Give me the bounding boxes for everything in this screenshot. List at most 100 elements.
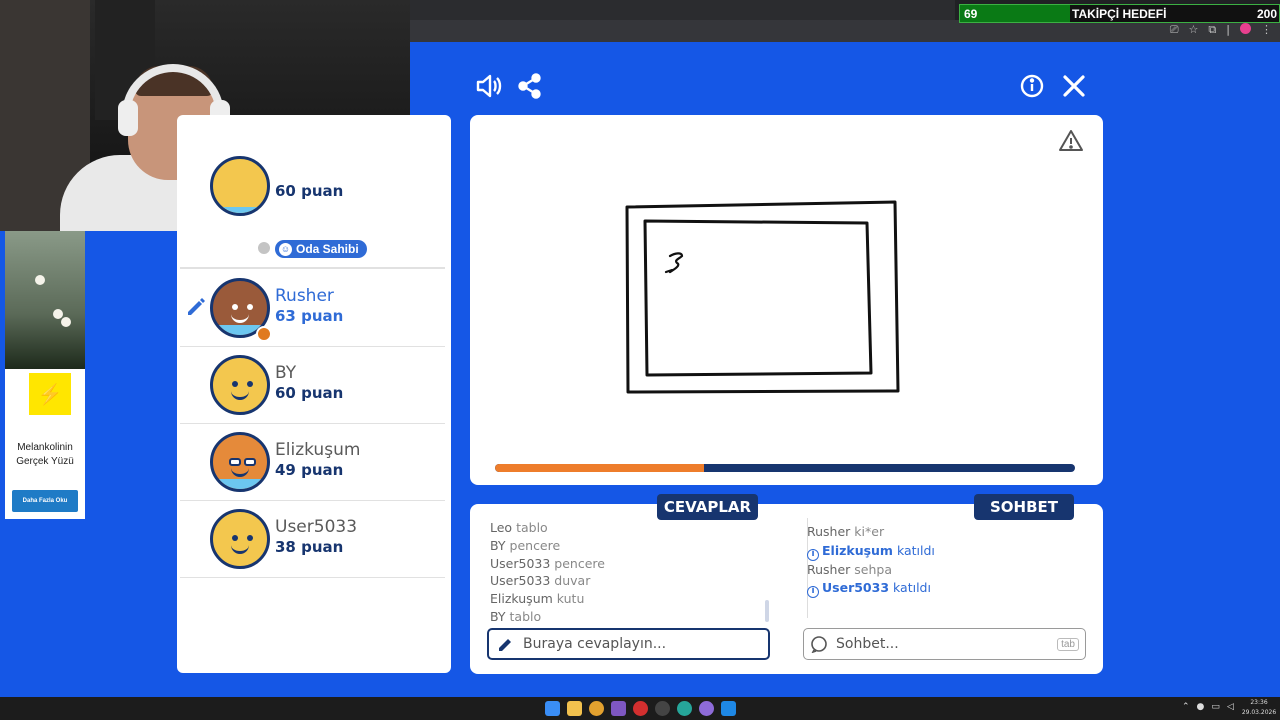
- answer-author: Leo: [490, 520, 513, 535]
- ad-read-more-button[interactable]: Daha Fazla Oku: [12, 490, 78, 512]
- extensions-icon[interactable]: ⧉: [1208, 23, 1216, 37]
- ad-banner[interactable]: ⚡ Melankolinin Gerçek Yüzü Daha Fazla Ok…: [5, 231, 85, 519]
- avatar-eye: [232, 535, 238, 541]
- answers-scrollbar[interactable]: [765, 600, 769, 622]
- player-avatar: [210, 156, 270, 216]
- chat-text: katıldı: [893, 580, 931, 595]
- room-owner-badge: ☺ Oda Sahibi: [275, 240, 367, 258]
- drawing-strokes: [625, 200, 900, 394]
- mic-icon[interactable]: ●: [1197, 702, 1205, 712]
- browser-tab-strip: [410, 0, 955, 20]
- player-row-2[interactable]: Rusher 63 puan: [180, 270, 445, 347]
- status-dot: [256, 240, 272, 256]
- player-score: 38 puan: [275, 538, 344, 556]
- goal-label: TAKİPÇİ HEDEFİ: [1072, 6, 1167, 21]
- star-icon[interactable]: ☆: [1189, 23, 1199, 37]
- sound-icon[interactable]: [474, 72, 502, 100]
- player-avatar: [210, 432, 270, 492]
- profile-avatar[interactable]: [1240, 23, 1251, 34]
- ad-flower: [35, 275, 45, 285]
- ad-image: [5, 231, 85, 369]
- answer-author: Elizkuşum: [490, 591, 553, 607]
- status-dot: [256, 326, 272, 342]
- avatar-mouth: [231, 391, 249, 400]
- steam-icon[interactable]: [721, 701, 736, 716]
- obs-icon[interactable]: [699, 701, 714, 716]
- taskbar-clock[interactable]: 23:36 29.03.2026: [1241, 698, 1277, 718]
- answer-text: tablo: [516, 520, 548, 535]
- answer-input[interactable]: [523, 636, 768, 652]
- close-icon[interactable]: [1060, 72, 1088, 100]
- taskbar-apps: [545, 701, 736, 716]
- opera-icon[interactable]: [633, 701, 648, 716]
- answer-item: Leo tablo: [490, 519, 770, 537]
- chat-input[interactable]: [836, 636, 1058, 652]
- answer-item: User5033 pencere: [490, 555, 770, 573]
- player-name: Rusher: [275, 286, 334, 306]
- player-name: Elizkuşum: [275, 440, 361, 460]
- player-row-5[interactable]: User5033 38 puan: [180, 501, 445, 578]
- chat-input-box[interactable]: tab: [803, 628, 1086, 660]
- chat-system-message: i Elizkuşum katıldı: [807, 542, 1087, 561]
- github-icon[interactable]: [655, 701, 670, 716]
- webcam-headphone-left: [118, 100, 138, 136]
- answer-item: BY tablo: [490, 608, 770, 626]
- info-icon: i: [807, 586, 819, 598]
- tab-chat[interactable]: SOHBET: [974, 494, 1074, 520]
- smile-icon: ☺: [279, 242, 292, 256]
- avatar-mouth: [231, 468, 249, 477]
- report-warning-icon[interactable]: [1058, 128, 1084, 154]
- answer-text: duvar: [554, 573, 591, 589]
- player-score: 60 puan: [275, 182, 344, 200]
- chat-text: ki*er: [854, 524, 885, 539]
- info-icon: i: [807, 548, 819, 561]
- info-icon[interactable]: [1018, 72, 1046, 100]
- volume-icon[interactable]: ◁: [1227, 702, 1234, 712]
- follower-goal-bar: 69 TAKİPÇİ HEDEFİ 200: [959, 4, 1280, 23]
- avatar-eye: [232, 304, 238, 310]
- start-icon[interactable]: [545, 701, 560, 716]
- file-explorer-icon[interactable]: [567, 701, 582, 716]
- clock-date: 29.03.2026: [1241, 709, 1277, 716]
- windows-taskbar: ⌃ ● ▭ ◁ 23:36 29.03.2026: [0, 697, 1280, 720]
- chat-message: Rusher ki*er: [807, 523, 1087, 542]
- avatar-glasses: [229, 458, 241, 466]
- chat-list: Rusher ki*er i Elizkuşum katıldı Rusher seh…: [807, 523, 1087, 598]
- network-icon[interactable]: ▭: [1211, 702, 1220, 712]
- pencil-icon: [185, 296, 207, 318]
- avatar-shirt: [213, 479, 267, 489]
- share-icon[interactable]: [516, 72, 544, 100]
- drawing-canvas[interactable]: [470, 115, 1103, 485]
- answer-text: kutu: [556, 591, 585, 607]
- player-row-4[interactable]: Elizkuşum 49 puan: [180, 424, 445, 501]
- browser-toolbar-icons: ⎚ ☆ ⧉ | ⋮: [1170, 23, 1272, 37]
- tab-answers[interactable]: CEVAPLAR: [657, 494, 758, 520]
- ad-logo: ⚡: [29, 373, 71, 415]
- round-timer-fill: [495, 464, 704, 472]
- more-menu-icon[interactable]: ⋮: [1261, 23, 1272, 37]
- avatar-eye: [247, 304, 253, 310]
- chrome-icon[interactable]: [589, 701, 604, 716]
- avatar-mouth: [231, 545, 249, 554]
- answer-item: Elizkuşum kutu: [490, 590, 770, 608]
- app-icon[interactable]: [611, 701, 626, 716]
- avatar-eye: [247, 535, 253, 541]
- cast-icon[interactable]: ⎚: [1170, 23, 1179, 37]
- player-score: 60 puan: [275, 384, 344, 402]
- tab-key-hint: tab: [1057, 637, 1079, 651]
- answer-author: User5033: [490, 555, 551, 571]
- chat-author: User5033: [822, 580, 890, 595]
- chat-text: sehpa: [854, 561, 893, 577]
- answer-input-box[interactable]: [487, 628, 770, 660]
- answer-author: BY: [490, 537, 506, 553]
- answer-item: User5033 duvar: [490, 572, 770, 590]
- player-row-1[interactable]: 60 puan ☺ Oda Sahibi: [180, 156, 445, 269]
- chat-message: Rusher sehpa: [807, 561, 1087, 580]
- chat-system-message: i User5033 katıldı: [807, 579, 1087, 598]
- player-name: BY: [275, 363, 297, 383]
- player-row-3[interactable]: BY 60 puan: [180, 347, 445, 424]
- chat-author: Rusher: [807, 524, 851, 539]
- edge-icon[interactable]: [677, 701, 692, 716]
- scribble-stroke: [664, 252, 684, 274]
- chevron-up-icon[interactable]: ⌃: [1182, 702, 1190, 712]
